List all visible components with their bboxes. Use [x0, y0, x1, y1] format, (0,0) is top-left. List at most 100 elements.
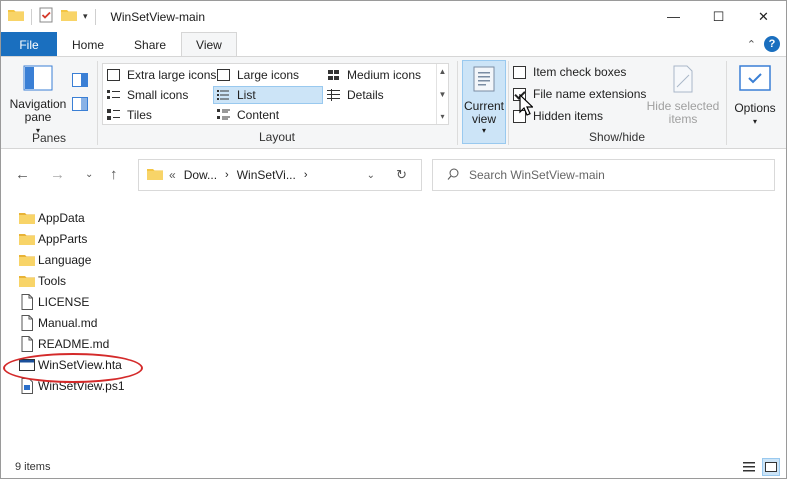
navigation-bar: ← → ⌄ ↑ « Dow... › WinSetVi... › ⌄ ↻ Sea…: [1, 150, 786, 202]
tab-share[interactable]: Share: [119, 32, 181, 57]
address-bar[interactable]: « Dow... › WinSetVi... › ⌄ ↻: [138, 159, 422, 191]
hidden-items-label: Hidden items: [533, 109, 604, 123]
chevron-up-icon[interactable]: ⌃: [747, 38, 756, 51]
file-name: README.md: [38, 337, 110, 351]
search-placeholder: Search WinSetView-main: [469, 168, 605, 182]
item-check-boxes-toggle[interactable]: Item check boxes: [513, 65, 626, 79]
tab-home[interactable]: Home: [57, 32, 119, 57]
chevron-down-icon: ▾: [752, 117, 757, 126]
list-item[interactable]: Language: [19, 250, 91, 270]
layout-small-icons[interactable]: Small icons: [107, 86, 188, 104]
tab-file[interactable]: File: [1, 32, 57, 57]
breadcrumb-winsetview[interactable]: WinSetVi...: [237, 168, 296, 182]
separator: [94, 8, 96, 25]
list-item[interactable]: LICENSE: [19, 292, 89, 312]
new-folder-icon[interactable]: [61, 8, 77, 25]
hide-selected-items-button[interactable]: Hide selected items: [645, 65, 721, 126]
minimize-button[interactable]: —: [651, 1, 696, 32]
customize-toolbar-icon[interactable]: ▾: [83, 11, 88, 22]
refresh-icon[interactable]: ↻: [396, 167, 407, 183]
list-icon: [217, 89, 230, 101]
panes-group-label: Panes: [31, 131, 67, 145]
list-item[interactable]: Tools: [19, 271, 66, 291]
expand-gallery-icon[interactable]: ▾: [440, 112, 444, 121]
show-hide-group-label: Show/hide: [588, 130, 646, 144]
breadcrumb-downloads[interactable]: Dow...: [184, 168, 217, 182]
up-icon[interactable]: ↑: [110, 166, 118, 183]
medium-icons-icon: [327, 69, 340, 81]
chevron-down-icon: ▾: [481, 126, 486, 135]
details-view-icon[interactable]: [740, 458, 758, 476]
folder-icon: [19, 210, 35, 226]
layout-list[interactable]: List: [213, 86, 323, 104]
highlight-ring: [3, 353, 143, 383]
scroll-down-icon[interactable]: ▼: [439, 90, 447, 99]
document-icon: [19, 336, 35, 352]
layout-content[interactable]: Content: [217, 106, 279, 124]
close-button[interactable]: ✕: [741, 1, 786, 32]
layout-scrollbar[interactable]: ▲ ▼ ▾: [436, 64, 448, 124]
content-icon: [217, 109, 230, 121]
hide-selected-label-line2: items: [668, 112, 698, 126]
file-name: Language: [38, 253, 92, 267]
large-icons-icon: [217, 69, 230, 81]
file-name: Tools: [38, 274, 67, 288]
layout-large-icons[interactable]: Large icons: [217, 66, 299, 84]
explorer-window: ▾ WinSetView-main — ☐ ✕ File Home Share …: [0, 0, 787, 479]
layout-medium-icons[interactable]: Medium icons: [327, 66, 421, 84]
folder-icon: [8, 8, 24, 25]
mouse-cursor-icon: [519, 93, 534, 119]
file-name-extensions-toggle[interactable]: File name extensions: [513, 87, 646, 101]
separator: [31, 8, 32, 25]
navigation-pane-button[interactable]: Navigation pane ▾: [7, 65, 69, 137]
layout-item-label: Tiles: [127, 108, 152, 122]
maximize-button[interactable]: ☐: [696, 1, 741, 32]
layout-group-label: Layout: [258, 130, 296, 144]
document-icon: [19, 315, 35, 331]
layout-item-label: List: [237, 88, 256, 102]
options-button[interactable]: Options ▾: [731, 65, 779, 128]
layout-extra-large-icons[interactable]: Extra large icons: [107, 66, 216, 84]
item-check-boxes-label: Item check boxes: [533, 65, 627, 79]
ribbon: Navigation pane ▾ Panes Extra large icon…: [1, 56, 786, 149]
extra-large-icons-icon: [107, 69, 120, 81]
layout-details[interactable]: Details: [327, 86, 384, 104]
navigation-pane-icon: [23, 65, 53, 94]
chevron-right-icon[interactable]: ›: [225, 169, 229, 181]
help-icon[interactable]: ?: [764, 36, 780, 52]
layout-item-label: Extra large icons: [127, 68, 217, 82]
folder-icon: [147, 167, 163, 184]
layout-item-label: Content: [237, 108, 280, 122]
item-check-boxes-checkbox[interactable]: [513, 65, 526, 79]
preview-pane-icon[interactable]: [72, 73, 88, 90]
list-item[interactable]: README.md: [19, 334, 109, 354]
list-item[interactable]: AppData: [19, 208, 85, 228]
divider: [726, 61, 727, 145]
details-pane-icon[interactable]: [72, 97, 88, 114]
back-icon[interactable]: ←: [15, 166, 30, 183]
document-icon: [19, 294, 35, 310]
chevron-right-icon[interactable]: ›: [304, 169, 308, 181]
layout-gallery: Extra large icons Large icons Medium ico…: [102, 63, 449, 125]
file-name-extensions-label: File name extensions: [533, 87, 647, 101]
details-icon: [327, 89, 340, 101]
folder-icon: [19, 231, 35, 247]
properties-icon[interactable]: [39, 7, 53, 26]
scroll-up-icon[interactable]: ▲: [439, 67, 447, 76]
list-item[interactable]: Manual.md: [19, 313, 97, 333]
forward-icon[interactable]: →: [50, 166, 65, 183]
item-count: 9 items: [15, 461, 51, 473]
folder-icon: [19, 252, 35, 268]
large-icons-view-icon[interactable]: [762, 458, 780, 476]
address-dropdown-icon[interactable]: ⌄: [367, 170, 375, 181]
layout-tiles[interactable]: Tiles: [107, 106, 152, 124]
search-box[interactable]: Search WinSetView-main: [432, 159, 775, 191]
options-label: Options: [734, 101, 776, 115]
current-view-button[interactable]: Current view ▾: [462, 60, 506, 144]
recent-locations-icon[interactable]: ⌄: [85, 169, 93, 180]
file-name: AppData: [38, 211, 85, 225]
overflow-chevron-icon[interactable]: «: [169, 168, 176, 182]
list-item[interactable]: AppParts: [19, 229, 87, 249]
status-bar: 9 items: [1, 455, 786, 479]
tab-view[interactable]: View: [181, 32, 237, 57]
